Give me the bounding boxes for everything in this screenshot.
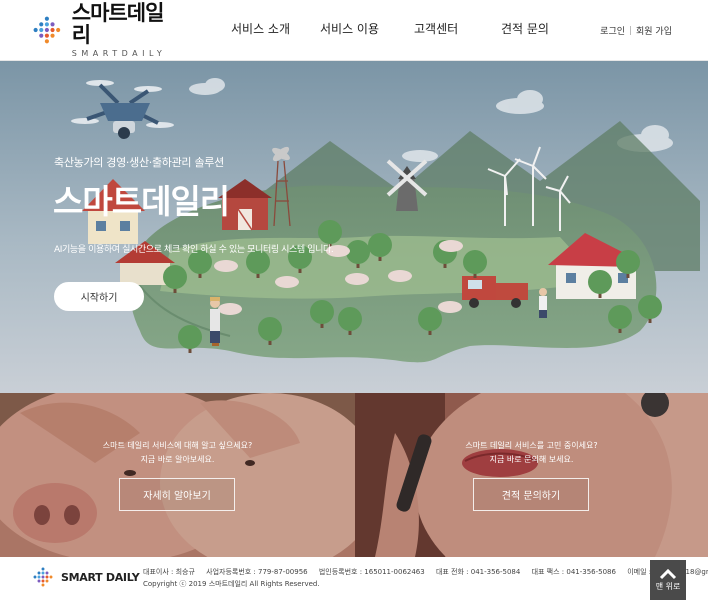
intro-panel-line1: 스마트 데일리 서비스에 대해 알고 싶으세요? <box>102 441 253 450</box>
logo-dot <box>50 27 55 33</box>
logo-dot <box>44 22 49 27</box>
learn-more-button[interactable]: 자세히 알아보기 <box>119 478 235 511</box>
logo-dot <box>56 27 61 33</box>
logo-icon <box>33 16 61 44</box>
hero-title: 스마트데일리 <box>53 182 230 221</box>
site-header: 스마트데일리 SMARTDAILY 서비스 소개 서비스 이용 고객센터 견적 … <box>0 0 708 61</box>
logo-dot <box>45 575 49 579</box>
nav-customer-center[interactable]: 고객센터 <box>414 20 458 37</box>
logo-dot <box>50 33 55 38</box>
logo-dot <box>45 579 49 583</box>
pig <box>345 273 369 285</box>
logo-dot <box>39 33 44 38</box>
quote-panel-line1: 스마트 데일리 서비스를 고민 중이세요? <box>465 441 598 450</box>
scroll-top-label: 맨 위로 <box>655 582 681 591</box>
quote-inquiry-button[interactable]: 견적 문의하기 <box>473 478 589 511</box>
logo-dot <box>41 571 45 575</box>
footer-logo-text: SMART DAILY <box>61 570 140 584</box>
logo-dot <box>44 39 49 44</box>
nav-service-use[interactable]: 서비스 이용 <box>320 20 379 37</box>
chevron-up-icon <box>659 568 677 580</box>
logo-dot <box>39 22 44 27</box>
quote-panel-line2: 지금 바로 문의해 보세요. <box>489 455 574 464</box>
nav-quote-inquiry[interactable]: 견적 문의 <box>501 20 549 37</box>
pig <box>275 276 299 288</box>
service-intro-panel: 스마트 데일리 서비스에 대해 알고 싶으세요? 지금 바로 알아보세요. 자세… <box>0 393 355 557</box>
logo-dot <box>44 33 49 38</box>
logo-dot <box>49 575 53 579</box>
util-divider <box>630 26 632 35</box>
pig <box>388 270 412 282</box>
footer-logo-icon <box>33 567 53 587</box>
fax-info: 대표 팩스 : 041-356-5086 <box>531 568 616 576</box>
signup-link[interactable]: 회원 가입 <box>636 24 672 37</box>
start-button[interactable]: 시작하기 <box>54 282 144 311</box>
footer-logo: SMART DAILY <box>31 565 140 589</box>
quote-inquiry-panel: 스마트 데일리 서비스를 고민 중이세요? 지금 바로 문의해 보세요. 견적 … <box>355 393 708 557</box>
corporate-number: 법인등록번호 : 165011-0062463 <box>318 568 425 576</box>
pig <box>218 303 242 315</box>
farm-illustration <box>0 61 708 393</box>
pig <box>214 260 238 272</box>
pig-photo <box>0 393 355 557</box>
ceo-info: 대표이사 : 최승규 <box>143 568 195 576</box>
login-link[interactable]: 로그인 <box>600 24 625 37</box>
scroll-top-button[interactable]: 맨 위로 <box>650 560 686 600</box>
site-footer: SMART DAILY 대표이사 : 최승규 사업자등록번호 : 779-87-… <box>0 557 708 600</box>
logo-dot <box>41 567 45 571</box>
hero-description: AI기능을 이용하여 실시간으로 체크 확인 하실 수 있는 모니터링 시스템 … <box>54 245 334 255</box>
copyright: Copyright ⓒ 2019 스마트데일리 All Rights Reser… <box>143 580 320 588</box>
pig <box>439 240 463 252</box>
call-center-photo <box>355 393 708 557</box>
logo-dot <box>45 571 49 575</box>
logo-dot <box>39 27 44 33</box>
logo-dot <box>50 22 55 27</box>
logo-dot <box>37 571 41 575</box>
logo-dot <box>37 579 41 583</box>
main-nav: 서비스 소개 서비스 이용 고객센터 견적 문의 <box>200 20 580 42</box>
logo-dot <box>33 27 38 33</box>
hero-banner: 축산농가의 경영·생산·출하관리 솔루션 스마트데일리 AI기능을 이용하여 실… <box>0 61 708 393</box>
intro-panel-line2: 지금 바로 알아보세요. <box>140 455 215 464</box>
logo-dot <box>37 575 41 579</box>
phone-info: 대표 전화 : 041-356-5084 <box>435 568 521 576</box>
hero-subtitle: 축산농가의 경영·생산·출하관리 솔루션 <box>54 156 224 169</box>
logo-dot <box>41 583 45 587</box>
farmer <box>210 297 220 346</box>
logo-subtitle: SMARTDAILY <box>71 49 167 58</box>
logo-dot <box>44 27 49 33</box>
pig <box>438 301 462 313</box>
logo-title: 스마트데일리 <box>71 1 165 47</box>
nav-service-intro[interactable]: 서비스 소개 <box>231 20 290 37</box>
site-logo[interactable]: 스마트데일리 SMARTDAILY <box>30 2 175 58</box>
logo-dot <box>41 575 45 579</box>
farmer-right <box>539 288 547 318</box>
business-number: 사업자등록번호 : 779-87-00956 <box>206 568 308 576</box>
user-menu: 로그인 회원 가입 <box>600 24 672 37</box>
logo-dot <box>44 16 49 21</box>
logo-dot <box>41 579 45 583</box>
company-info: 대표이사 : 최승규 사업자등록번호 : 779-87-00956 법인등록번호… <box>143 567 708 577</box>
logo-dot <box>33 575 37 579</box>
